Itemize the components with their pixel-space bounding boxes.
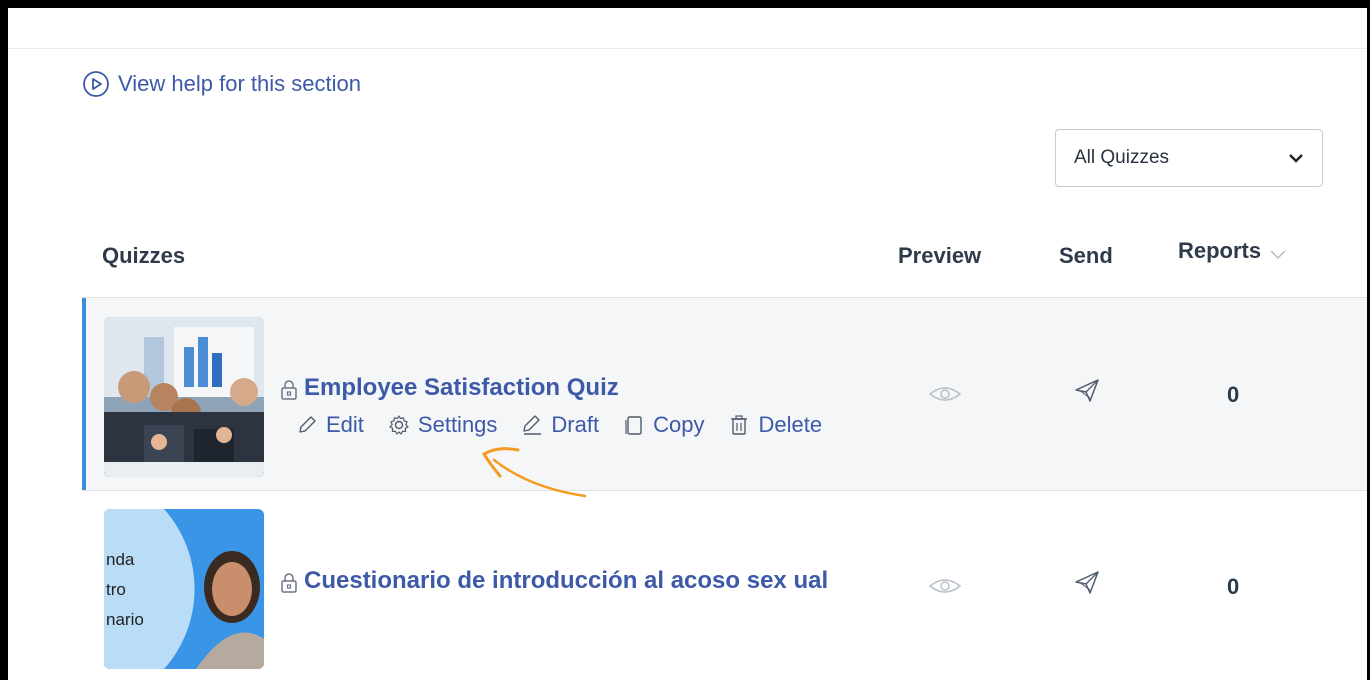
send-paper-plane-icon[interactable] bbox=[1073, 568, 1101, 596]
draft-label: Draft bbox=[551, 412, 600, 437]
settings-label: Settings bbox=[417, 412, 498, 437]
quiz-actions: Edit Settings Draft Copy Delete bbox=[296, 412, 846, 438]
preview-eye-icon[interactable] bbox=[928, 382, 962, 406]
row-divider bbox=[82, 490, 1367, 491]
quiz-title-row-1: Employee Satisfaction Quiz bbox=[280, 373, 619, 403]
sort-chevron-icon bbox=[1270, 250, 1286, 260]
play-circle-icon bbox=[83, 71, 109, 97]
pencil-icon bbox=[299, 416, 316, 433]
gear-icon bbox=[389, 415, 409, 435]
delete-button[interactable]: Delete bbox=[728, 412, 822, 438]
table-row-selected[interactable] bbox=[82, 298, 1367, 490]
quiz-title-link[interactable]: Employee Satisfaction Quiz bbox=[304, 373, 619, 403]
quiz-title-row-2: Cuestionario de introducción al acoso se… bbox=[280, 566, 850, 596]
thumbnail-text-line-2: tro bbox=[106, 580, 126, 599]
copy-label: Copy bbox=[653, 412, 705, 437]
quiz-title-link[interactable]: Cuestionario de introducción al acoso se… bbox=[304, 566, 828, 596]
preview-eye-icon[interactable] bbox=[928, 574, 962, 598]
lock-icon bbox=[281, 573, 297, 593]
lock-icon bbox=[281, 380, 297, 400]
quiz-thumbnail: nda tro nario bbox=[104, 509, 264, 669]
edit-button[interactable]: Edit bbox=[296, 412, 364, 438]
quiz-filter-select[interactable]: All Quizzes bbox=[1055, 129, 1323, 187]
send-paper-plane-icon[interactable] bbox=[1073, 376, 1101, 404]
annotation-arrow bbox=[482, 447, 587, 498]
quiz-thumbnail bbox=[104, 317, 264, 477]
column-header-reports[interactable]: Reports bbox=[1178, 238, 1287, 264]
draft-button[interactable]: Draft bbox=[521, 412, 599, 438]
quiz-filter-value: All Quizzes bbox=[1074, 147, 1170, 168]
view-help-link[interactable]: View help for this section bbox=[82, 70, 361, 98]
column-header-quizzes: Quizzes bbox=[102, 243, 186, 268]
column-header-reports-label: Reports bbox=[1178, 238, 1262, 263]
copy-icon bbox=[625, 416, 642, 435]
trash-icon bbox=[731, 415, 748, 435]
chevron-down-icon bbox=[1289, 154, 1303, 163]
edit-label: Edit bbox=[326, 412, 364, 437]
top-divider bbox=[8, 48, 1367, 49]
view-help-label: View help for this section bbox=[118, 71, 361, 96]
copy-button[interactable]: Copy bbox=[623, 412, 704, 438]
delete-label: Delete bbox=[758, 412, 823, 437]
settings-button[interactable]: Settings bbox=[388, 412, 498, 438]
column-header-send: Send bbox=[1059, 243, 1113, 268]
reports-count[interactable]: 0 bbox=[1227, 574, 1239, 600]
thumbnail-text-line-3: nario bbox=[106, 610, 144, 629]
draft-pencil-icon bbox=[523, 415, 542, 435]
thumbnail-text-line-1: nda bbox=[106, 550, 135, 569]
reports-count[interactable]: 0 bbox=[1227, 382, 1239, 408]
column-header-preview: Preview bbox=[898, 243, 982, 268]
